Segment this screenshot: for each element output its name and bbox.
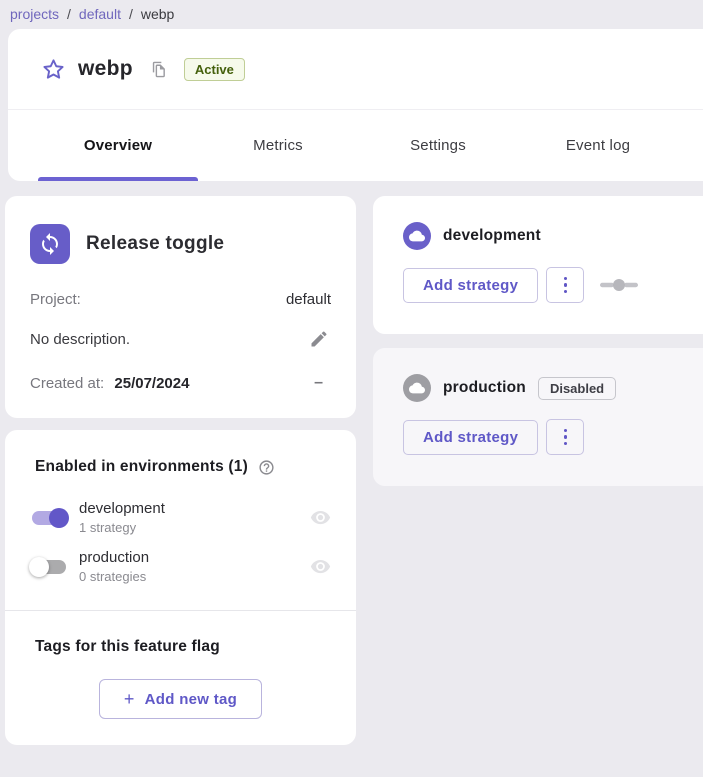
environments-card: Enabled in environments (1) development … <box>5 430 356 745</box>
description-text: No description. <box>30 331 130 348</box>
environment-panel-name: development <box>443 227 541 245</box>
edit-description-icon[interactable] <box>309 329 331 349</box>
status-badge: Active <box>184 58 245 81</box>
right-column: development Add strategy <box>373 196 703 486</box>
breadcrumb-current: webp <box>141 6 174 22</box>
project-label: Project: <box>30 291 81 308</box>
release-toggle-header: Release toggle <box>30 224 331 264</box>
breadcrumb-default-link[interactable]: default <box>79 6 121 22</box>
project-row: Project: default <box>30 291 331 308</box>
enabled-environments-title: Enabled in environments (1) <box>35 458 248 476</box>
environment-strategy-count: 0 strategies <box>79 569 149 584</box>
created-label: Created at: <box>30 375 104 392</box>
overview-content: Release toggle Project: default No descr… <box>0 181 703 745</box>
add-strategy-button[interactable]: Add strategy <box>403 268 538 303</box>
add-new-tag-label: Add new tag <box>145 691 237 708</box>
created-row: Created at: 25/07/2024 – <box>30 374 331 392</box>
tags-title: Tags for this feature flag <box>30 638 331 656</box>
tab-settings[interactable]: Settings <box>358 110 518 181</box>
disabled-badge: Disabled <box>538 377 616 400</box>
help-icon[interactable] <box>258 459 275 476</box>
created-value: 25/07/2024 <box>114 375 189 392</box>
environment-panel-name: production <box>443 379 526 397</box>
environment-name: production <box>79 549 149 566</box>
tags-section: Tags for this feature flag + Add new tag <box>5 610 356 745</box>
visibility-eye-icon[interactable] <box>310 507 331 528</box>
breadcrumb-separator: / <box>129 6 133 22</box>
release-toggle-card: Release toggle Project: default No descr… <box>5 196 356 418</box>
visibility-eye-icon[interactable] <box>310 556 331 577</box>
favorite-star-icon[interactable] <box>41 57 65 81</box>
breadcrumb: projects / default / webp <box>0 0 703 29</box>
more-actions-icon[interactable] <box>546 267 584 303</box>
collapse-dash: – <box>314 374 331 392</box>
environment-strategy-count: 1 strategy <box>79 520 165 535</box>
description-row: No description. <box>30 329 331 349</box>
more-actions-icon[interactable] <box>546 419 584 455</box>
feature-header-card: webp Active Overview Metrics Settings Ev… <box>8 29 703 181</box>
cloud-environment-icon <box>403 374 431 402</box>
breadcrumb-projects-link[interactable]: projects <box>10 6 59 22</box>
add-strategy-button[interactable]: Add strategy <box>403 420 538 455</box>
tab-metrics[interactable]: Metrics <box>198 110 358 181</box>
production-toggle[interactable] <box>29 557 69 577</box>
release-toggle-icon <box>30 224 70 264</box>
feature-title-row: webp Active <box>8 29 703 109</box>
mini-toggle-icon <box>600 279 638 291</box>
tab-overview[interactable]: Overview <box>38 110 198 181</box>
environment-row-development: development 1 strategy <box>29 500 331 535</box>
development-toggle[interactable] <box>29 508 69 528</box>
plus-icon: + <box>124 690 135 708</box>
feature-flag-title: webp <box>78 57 133 81</box>
tab-event-log[interactable]: Event log <box>518 110 678 181</box>
feature-tabs: Overview Metrics Settings Event log <box>8 109 703 181</box>
development-environment-panel: development Add strategy <box>373 196 703 334</box>
copy-name-icon[interactable] <box>150 61 167 78</box>
add-new-tag-button[interactable]: + Add new tag <box>99 679 262 719</box>
project-value: default <box>286 291 331 308</box>
environment-name: development <box>79 500 165 517</box>
left-column: Release toggle Project: default No descr… <box>5 196 356 745</box>
enabled-environments-section: Enabled in environments (1) development … <box>5 430 356 610</box>
cloud-environment-icon <box>403 222 431 250</box>
flag-type-title: Release toggle <box>86 233 224 255</box>
environment-row-production: production 0 strategies <box>29 549 331 584</box>
breadcrumb-separator: / <box>67 6 71 22</box>
production-environment-panel: production Disabled Add strategy <box>373 348 703 486</box>
